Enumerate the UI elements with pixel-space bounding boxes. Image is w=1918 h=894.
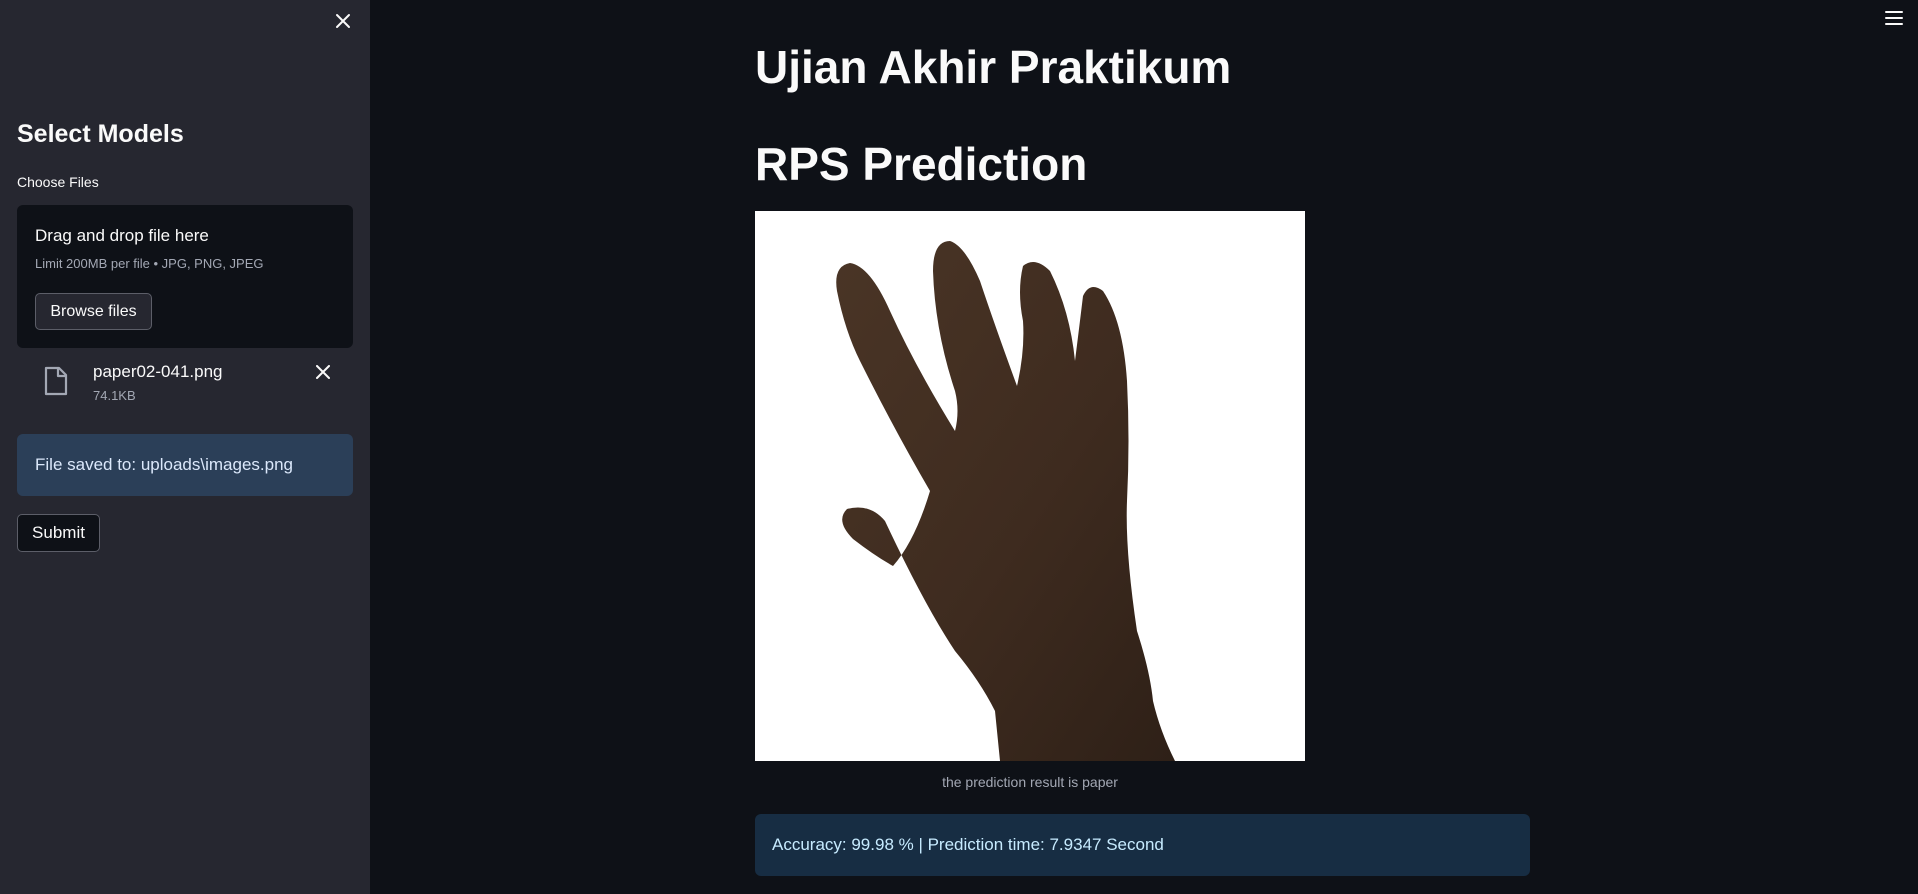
prediction-image	[755, 211, 1305, 761]
remove-file-button[interactable]	[311, 360, 335, 384]
uploaded-file-item: paper02-041.png 74.1KB	[17, 356, 353, 406]
dropzone-limit-text: Limit 200MB per file • JPG, PNG, JPEG	[35, 256, 264, 271]
browse-files-button[interactable]: Browse files	[35, 293, 152, 330]
hamburger-menu-icon[interactable]	[1882, 8, 1906, 28]
image-caption: the prediction result is paper	[942, 774, 1118, 790]
hand-image	[836, 241, 1175, 761]
uploaded-file-size: 74.1KB	[93, 388, 136, 403]
file-icon	[44, 366, 68, 396]
close-icon	[316, 365, 330, 379]
close-sidebar-button[interactable]	[328, 6, 358, 36]
prediction-result-alert: Accuracy: 99.98 % | Prediction time: 7.9…	[755, 814, 1530, 876]
section-title: RPS Prediction	[755, 138, 1088, 190]
close-icon	[336, 14, 350, 28]
file-saved-alert: File saved to: uploads\images.png	[17, 434, 353, 496]
file-dropzone[interactable]: Drag and drop file here Limit 200MB per …	[17, 205, 353, 348]
submit-button[interactable]: Submit	[17, 514, 100, 552]
page-title: Ujian Akhir Praktikum	[755, 41, 1232, 93]
file-uploader-label: Choose Files	[17, 174, 99, 190]
dropzone-instructions: Drag and drop file here	[35, 226, 209, 245]
sidebar-title: Select Models	[17, 120, 184, 148]
uploaded-file-name: paper02-041.png	[93, 362, 223, 381]
sidebar: Select Models Choose Files Drag and drop…	[0, 0, 370, 894]
